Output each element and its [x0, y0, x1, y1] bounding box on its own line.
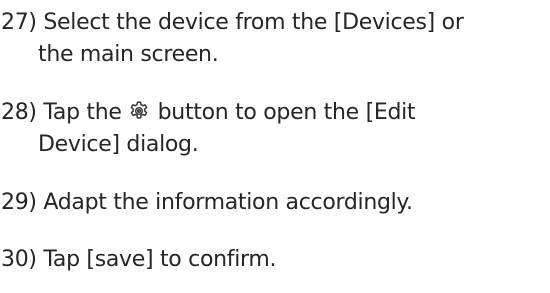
step-number: 30): [1, 247, 37, 272]
step-text-line: the main screen.: [38, 42, 219, 67]
step-text-line: Device] dialog.: [38, 132, 199, 157]
step-number: 27): [1, 10, 37, 35]
step-27: 27) Select the device from the [Devices]…: [1, 7, 464, 71]
step-text-line: Adapt the information accordingly.: [43, 190, 413, 215]
step-text-line: Select the device from the [Devices] or: [43, 10, 464, 35]
gear-icon: [128, 100, 150, 122]
step-28: 28) Tap the button to open the [Edit Devi…: [1, 97, 416, 161]
step-text-after-icon: button to open the [Edit: [157, 100, 416, 125]
step-text-line: Tap [save] to confirm.: [43, 247, 277, 272]
step-number: 29): [1, 190, 37, 215]
step-29: 29) Adapt the information accordingly.: [1, 187, 413, 219]
step-30: 30) Tap [save] to confirm.: [1, 244, 277, 276]
step-text-before-icon: Tap the: [43, 100, 122, 125]
step-number: 28): [1, 100, 37, 125]
